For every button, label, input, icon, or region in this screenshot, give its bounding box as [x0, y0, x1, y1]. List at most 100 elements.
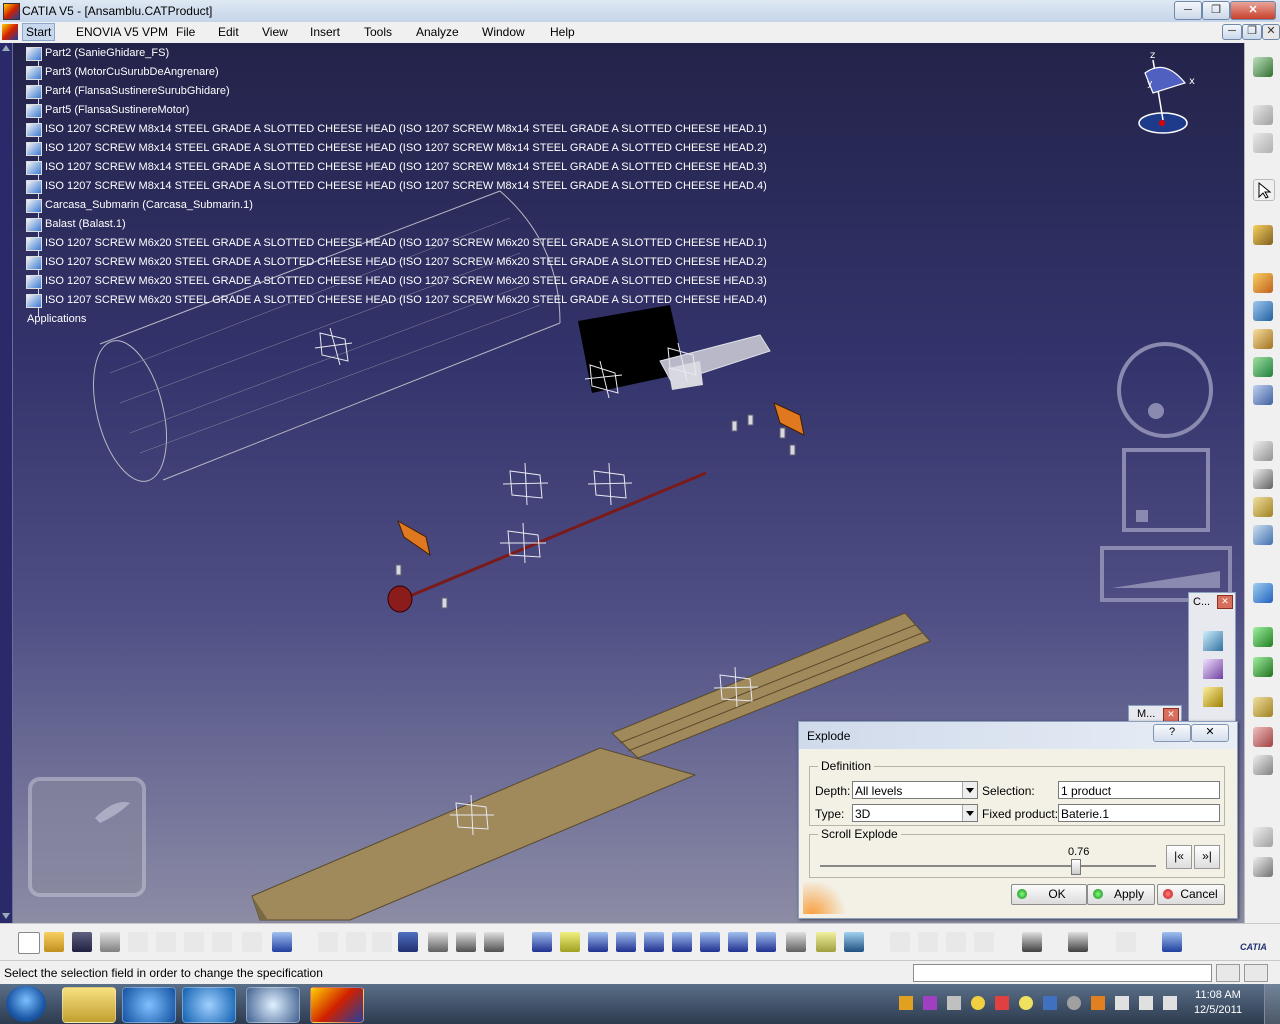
tray-messenger-icon[interactable] [971, 996, 985, 1010]
paste-icon[interactable] [184, 932, 204, 952]
fixed-product-field[interactable]: Baterie.1 [1058, 804, 1220, 822]
new-icon[interactable] [18, 932, 40, 954]
teamviewer-icon[interactable] [182, 987, 236, 1023]
tray-flag-icon[interactable] [1115, 996, 1129, 1010]
command-input[interactable] [913, 964, 1212, 982]
close-icon[interactable]: ✕ [1163, 708, 1179, 722]
tray-power-icon[interactable] [1139, 996, 1153, 1010]
depth-combo[interactable]: All levels [852, 781, 978, 799]
tray-app-icon[interactable] [947, 996, 961, 1010]
tray-onenote-icon[interactable] [923, 996, 937, 1010]
ok-button[interactable]: OK [1011, 884, 1087, 905]
cube-tool-icon[interactable] [1203, 659, 1223, 679]
menu-window[interactable]: Window [482, 25, 525, 39]
multi-view-icon[interactable] [728, 932, 748, 952]
menu-edit[interactable]: Edit [218, 25, 239, 39]
select-arrow-icon[interactable] [1253, 179, 1275, 201]
undo-icon[interactable] [212, 932, 232, 952]
new-component-icon[interactable] [1253, 627, 1273, 647]
assembly-design-icon[interactable] [1253, 57, 1273, 77]
explorer-icon[interactable] [62, 987, 116, 1023]
formula-icon[interactable] [318, 932, 338, 952]
tray-network-icon[interactable] [1163, 996, 1177, 1010]
capture-icon[interactable] [1022, 932, 1042, 952]
open-icon[interactable] [44, 932, 64, 952]
menu-tools[interactable]: Tools [364, 25, 392, 39]
minimize-button[interactable]: ─ [1174, 1, 1202, 20]
taskbar-clock[interactable]: 11:08 AM 12/5/2011 [1188, 988, 1248, 1018]
doc-minimize-button[interactable]: ─ [1222, 24, 1242, 40]
rewind-button[interactable]: |« [1166, 845, 1192, 869]
flag-note-icon[interactable] [1253, 857, 1273, 877]
menu-file[interactable]: File [176, 25, 195, 39]
apply-button[interactable]: Apply [1087, 884, 1155, 905]
type-combo[interactable]: 3D [852, 804, 978, 822]
menu-view[interactable]: View [262, 25, 288, 39]
clear-icon[interactable] [1116, 932, 1136, 952]
scroll-explode-slider[interactable] [820, 865, 1156, 867]
compass-icon[interactable]: z x y [1130, 48, 1210, 138]
catia-taskbar-icon[interactable] [310, 987, 364, 1023]
clash-icon[interactable] [1253, 727, 1273, 747]
contact-icon[interactable] [1253, 357, 1273, 377]
menu-enovia[interactable]: ENOVIA V5 VPM [76, 25, 168, 39]
doc-restore-button[interactable]: ❐ [1242, 24, 1262, 40]
whats-this-icon[interactable] [272, 932, 292, 952]
cancel-button[interactable]: Cancel [1157, 884, 1225, 905]
knowledge-icon[interactable] [346, 932, 366, 952]
pan-icon[interactable] [588, 932, 608, 952]
abc-text-icon[interactable] [1253, 827, 1273, 847]
tray-sync-icon[interactable] [1019, 996, 1033, 1010]
insert-component-icon[interactable] [1253, 583, 1273, 603]
windows-start-button[interactable] [6, 986, 46, 1022]
manipulate-icon[interactable] [1253, 225, 1273, 245]
show-desktop-button[interactable] [1264, 984, 1280, 1024]
menu-start[interactable]: Start [22, 23, 56, 41]
snap-icon[interactable] [1253, 525, 1273, 545]
constraint-tool-icon[interactable] [1203, 631, 1223, 651]
zoom-in-icon[interactable] [644, 932, 664, 952]
hide-show-icon[interactable] [816, 932, 836, 952]
new-product-icon[interactable] [1253, 657, 1273, 677]
tools-palette-icon[interactable] [484, 932, 504, 952]
tray-update-icon[interactable] [1091, 996, 1105, 1010]
slider-thumb[interactable] [1071, 859, 1082, 875]
cut-icon[interactable] [128, 932, 148, 952]
menu-insert[interactable]: Insert [310, 25, 340, 39]
rotate-icon[interactable] [616, 932, 636, 952]
copy-icon[interactable] [156, 932, 176, 952]
tray-antivirus-icon[interactable] [995, 996, 1009, 1010]
light-icon[interactable] [890, 932, 910, 952]
component-icon[interactable] [1253, 133, 1273, 153]
command-button-2[interactable] [1244, 964, 1268, 982]
explode-icon[interactable] [1253, 497, 1273, 517]
lock-icon[interactable] [456, 932, 476, 952]
render-style-icon[interactable] [786, 932, 806, 952]
doc-icon[interactable] [2, 24, 18, 40]
chat-icon[interactable] [246, 987, 300, 1023]
menu-help[interactable]: Help [550, 25, 575, 39]
zoom-out-icon[interactable] [672, 932, 692, 952]
move-tool-icon[interactable] [1203, 687, 1223, 707]
text-icon[interactable] [1253, 469, 1273, 489]
coincidence-icon[interactable] [1253, 329, 1273, 349]
bill-of-material-icon[interactable] [1253, 755, 1273, 775]
tray-network-monitor-icon[interactable] [1043, 996, 1057, 1010]
close-dialog-button[interactable]: ✕ [1191, 724, 1229, 742]
swap-space-icon[interactable] [844, 932, 864, 952]
close-icon[interactable]: ✕ [1217, 595, 1233, 609]
selection-field[interactable]: 1 product [1058, 781, 1220, 799]
tray-folder-icon[interactable] [899, 996, 913, 1010]
command-button[interactable] [1216, 964, 1240, 982]
help-button[interactable]: ? [1153, 724, 1191, 742]
save-icon[interactable] [72, 932, 92, 952]
reuse-pattern-icon[interactable] [1253, 697, 1273, 717]
fit-all-icon[interactable] [560, 932, 580, 952]
chevron-down-icon[interactable] [962, 782, 977, 798]
update-icon[interactable] [1068, 932, 1088, 952]
fly-mode-icon[interactable] [532, 932, 552, 952]
print-icon[interactable] [100, 932, 120, 952]
group-icon[interactable] [946, 932, 966, 952]
offset-icon[interactable] [1253, 385, 1273, 405]
normal-view-icon[interactable] [700, 932, 720, 952]
